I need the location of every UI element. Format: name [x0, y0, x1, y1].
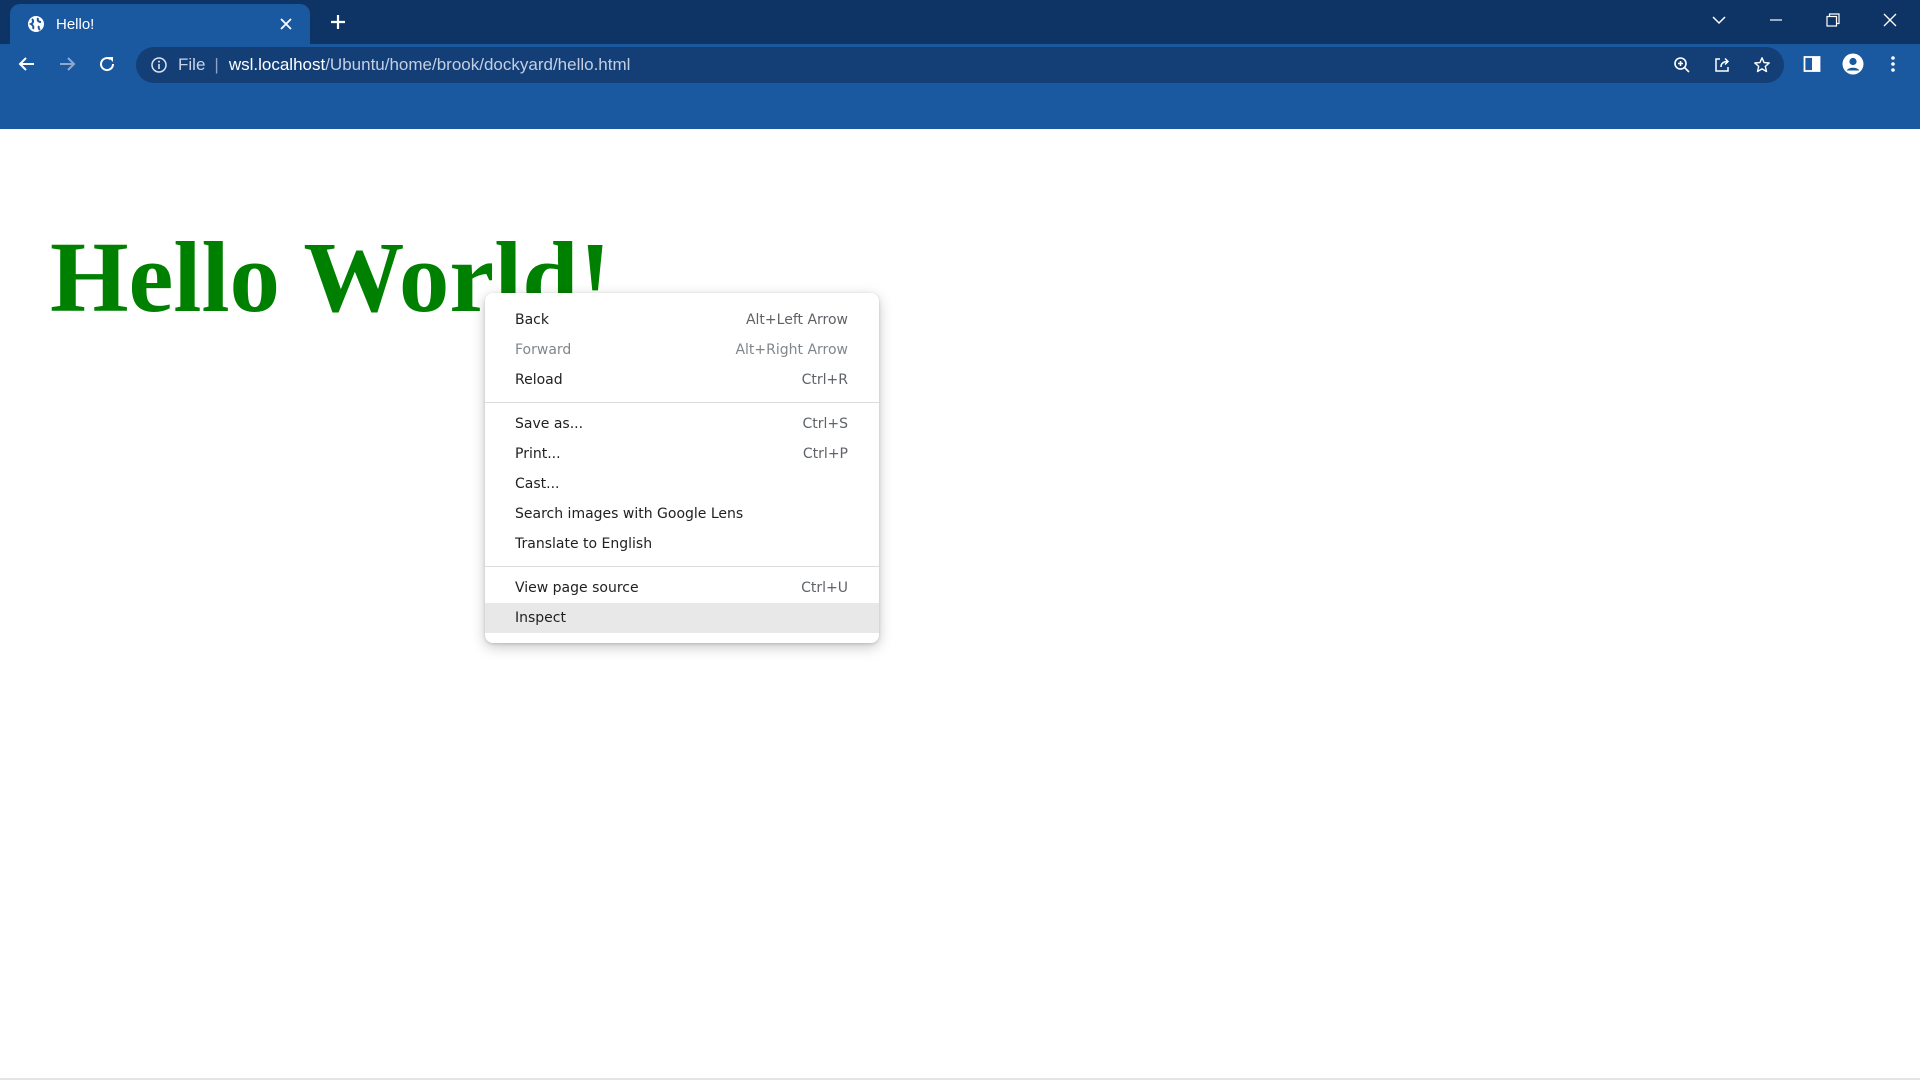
address-bar[interactable]: File | wsl.localhost /Ubuntu/home/brook/…	[136, 47, 1784, 83]
minimize-button[interactable]	[1753, 2, 1799, 38]
menu-item-label: Inspect	[515, 610, 566, 626]
bookmark-star-icon[interactable]	[1746, 51, 1778, 79]
menu-divider	[485, 402, 879, 403]
info-icon[interactable]	[150, 56, 168, 74]
toolbar: File | wsl.localhost /Ubuntu/home/brook/…	[0, 44, 1920, 84]
menu-button[interactable]	[1877, 48, 1909, 80]
new-tab-button[interactable]	[324, 8, 352, 36]
menu-item-forward[interactable]: Forward Alt+Right Arrow	[485, 335, 879, 365]
menu-item-label: Reload	[515, 372, 563, 388]
more-vert-icon	[1891, 56, 1895, 72]
restore-button[interactable]	[1810, 2, 1856, 38]
menu-item-shortcut: Ctrl+R	[801, 372, 848, 388]
tab-hello[interactable]: Hello!	[10, 4, 310, 44]
menu-item-shortcut: Ctrl+S	[802, 416, 848, 432]
menu-item-back[interactable]: Back Alt+Left Arrow	[485, 305, 879, 335]
url-path: /Ubuntu/home/brook/dockyard/hello.html	[325, 55, 631, 74]
menu-item-reload[interactable]: Reload Ctrl+R	[485, 365, 879, 395]
profile-button[interactable]	[1837, 48, 1869, 80]
menu-item-label: Forward	[515, 342, 572, 358]
url-host: wsl.localhost	[228, 55, 326, 74]
close-icon	[1883, 13, 1897, 27]
close-window-button[interactable]	[1867, 2, 1913, 38]
page-content: Hello World!	[0, 129, 1920, 1080]
zoom-icon[interactable]	[1666, 51, 1698, 79]
menu-item-save-as[interactable]: Save as... Ctrl+S	[485, 409, 879, 439]
menu-item-shortcut: Ctrl+P	[802, 446, 848, 462]
menu-item-google-lens[interactable]: Search images with Google Lens	[485, 499, 879, 529]
menu-item-label: Search images with Google Lens	[515, 506, 744, 522]
close-icon[interactable]	[276, 14, 296, 34]
menu-item-label: Translate to English	[515, 536, 653, 552]
url-scheme-label: File	[178, 55, 206, 74]
menu-item-inspect[interactable]: Inspect	[485, 603, 879, 633]
forward-button[interactable]	[51, 48, 83, 80]
menu-item-shortcut: Ctrl+U	[801, 580, 848, 596]
menu-item-view-source[interactable]: View page source Ctrl+U	[485, 573, 879, 603]
menu-item-label: Save as...	[515, 416, 584, 432]
reload-button[interactable]	[91, 48, 123, 80]
context-menu: Back Alt+Left Arrow Forward Alt+Right Ar…	[485, 293, 879, 643]
menu-item-shortcut: Alt+Right Arrow	[735, 342, 848, 358]
url-separator: |	[214, 55, 219, 74]
menu-item-cast[interactable]: Cast...	[485, 469, 879, 499]
arrow-right-icon	[60, 57, 76, 71]
share-icon[interactable]	[1706, 51, 1738, 79]
globe-icon	[26, 14, 46, 34]
plus-icon	[331, 15, 345, 29]
back-button[interactable]	[11, 48, 43, 80]
menu-item-translate[interactable]: Translate to English	[485, 529, 879, 559]
tab-title: Hello!	[56, 15, 95, 33]
menu-item-label: View page source	[515, 580, 639, 596]
bookmarks-bar	[0, 84, 1920, 129]
menu-divider	[485, 566, 879, 567]
tab-strip: Hello!	[0, 0, 1920, 44]
menu-item-print[interactable]: Print... Ctrl+P	[485, 439, 879, 469]
menu-item-label: Print...	[515, 446, 561, 462]
restore-icon	[1826, 13, 1840, 27]
avatar-icon	[1842, 53, 1864, 75]
arrow-left-icon	[18, 57, 34, 71]
tab-search-button[interactable]	[1696, 2, 1742, 38]
menu-item-label: Cast...	[515, 476, 560, 492]
side-panel-icon	[1803, 56, 1821, 72]
minimize-icon	[1770, 19, 1782, 21]
menu-item-label: Back	[515, 312, 549, 328]
side-panel-button[interactable]	[1796, 48, 1828, 80]
menu-item-shortcut: Alt+Left Arrow	[745, 312, 848, 328]
reload-icon	[100, 57, 115, 72]
chevron-down-icon	[1712, 16, 1726, 25]
